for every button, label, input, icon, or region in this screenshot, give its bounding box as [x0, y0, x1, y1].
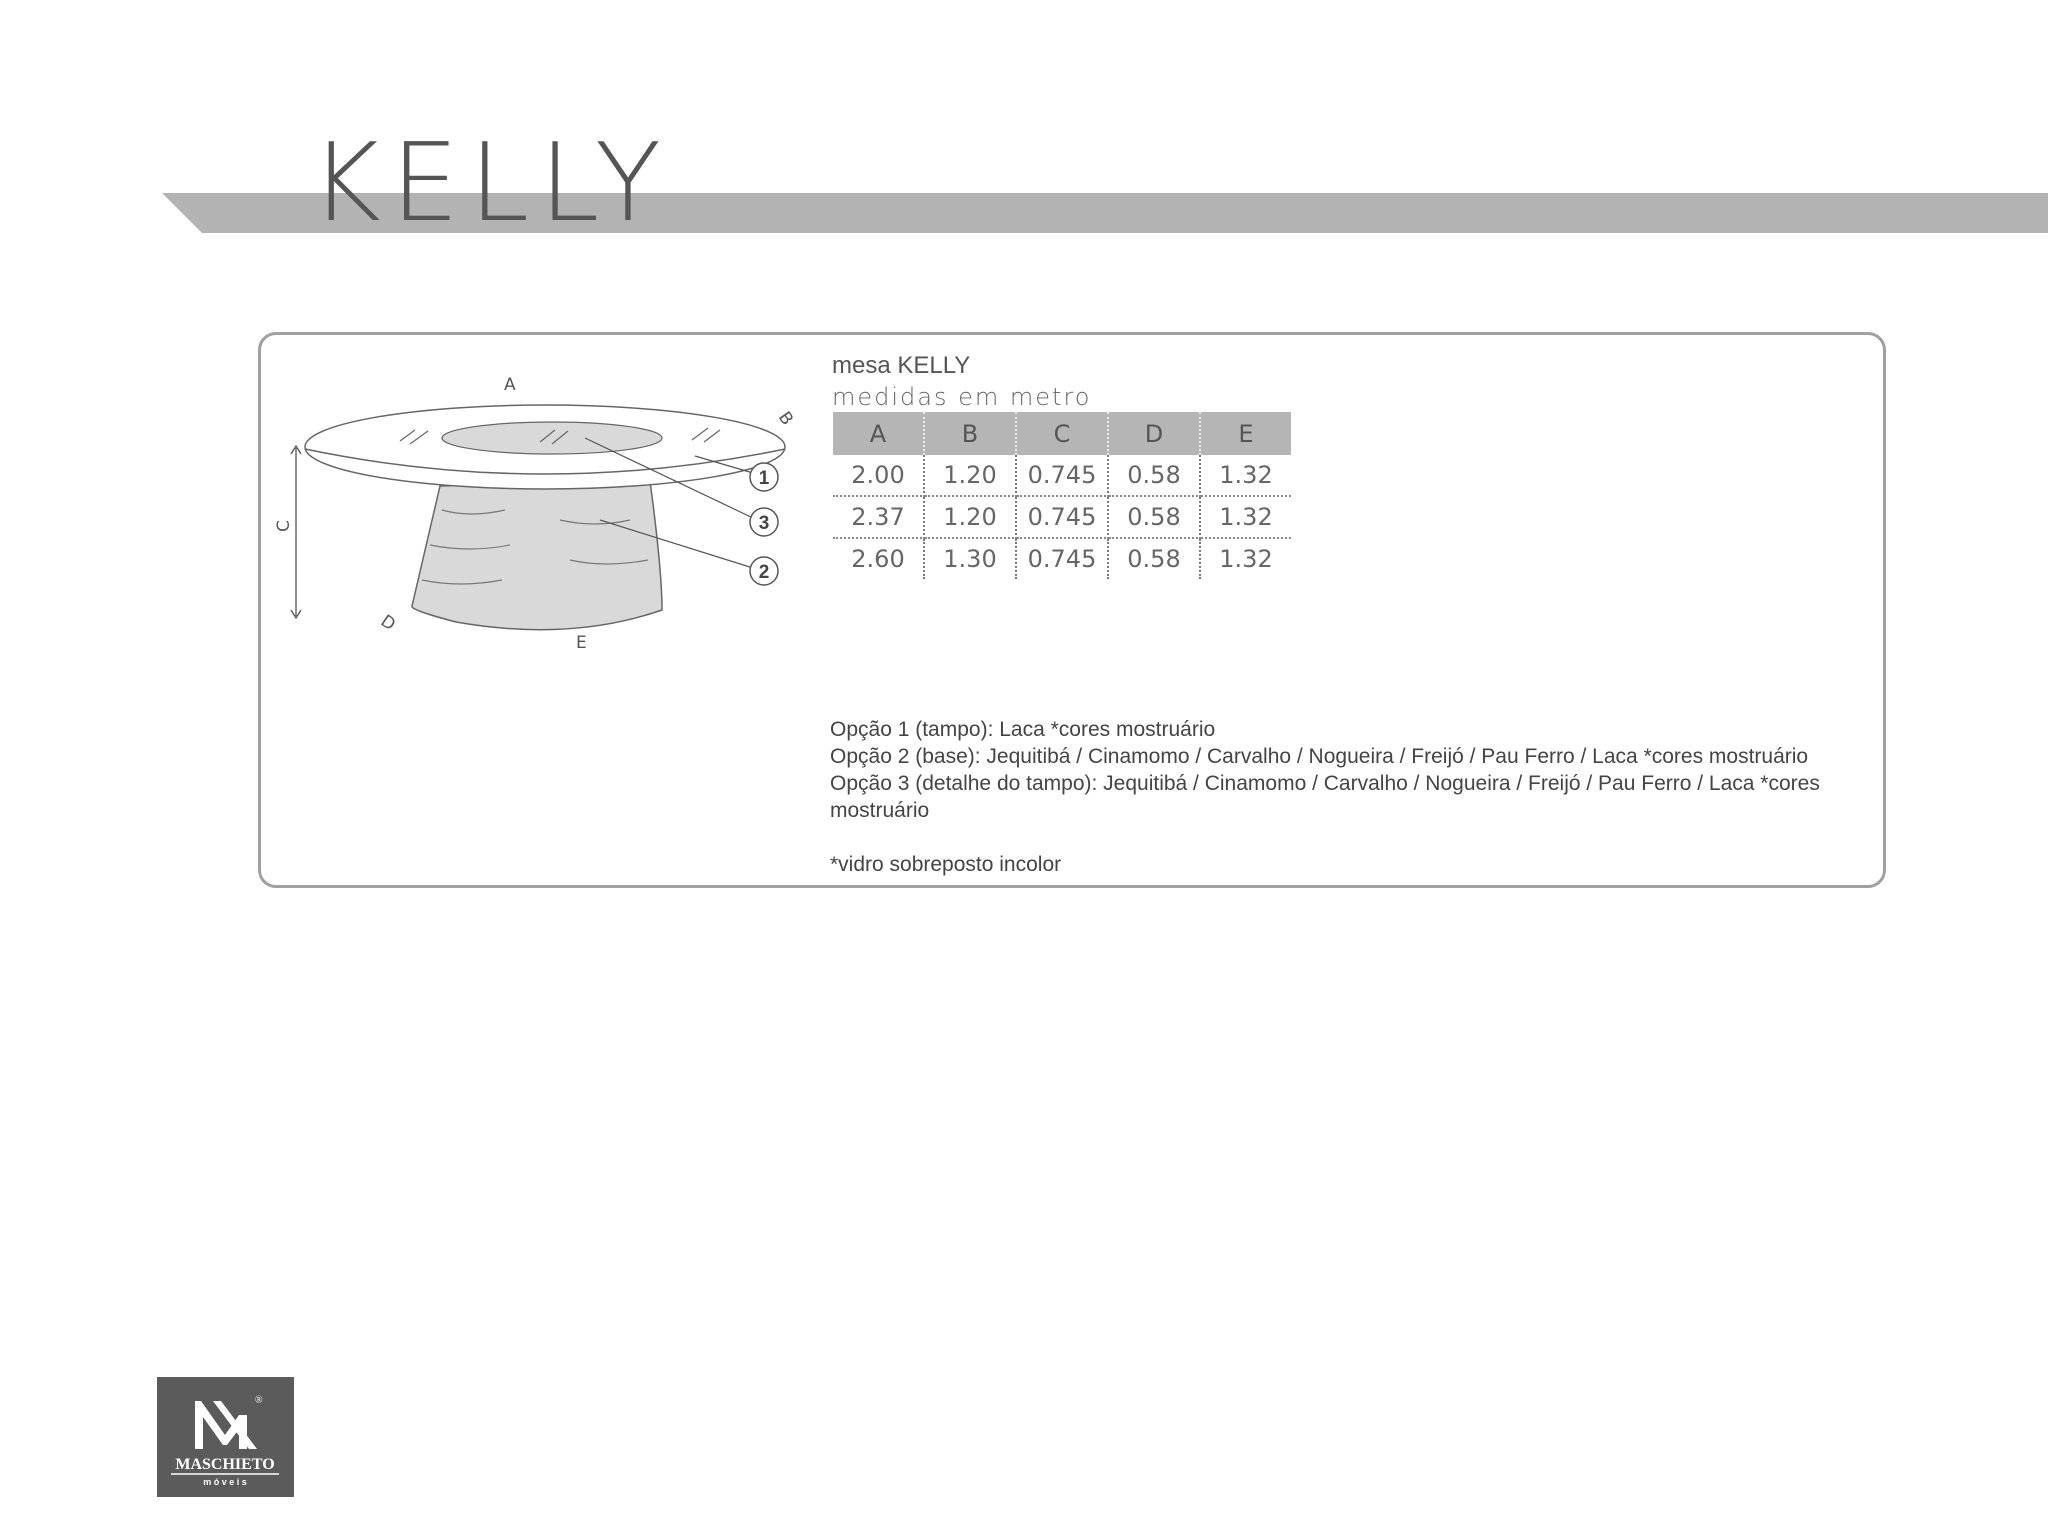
callout-3-label: 3 [759, 513, 770, 534]
options-notes: Opção 1 (tampo): Laca *cores mostruário … [830, 716, 1880, 878]
callout-1-label: 1 [759, 468, 770, 489]
dimension-label-d: D [377, 611, 399, 635]
table-cell: 2.60 [833, 538, 925, 579]
table-drawing: 1 3 2 A B C D E [274, 375, 797, 653]
table-row: 2.60 1.30 0.745 0.58 1.32 [833, 538, 1291, 579]
dimension-label-b: B [774, 408, 797, 429]
header-c: C [1016, 412, 1109, 455]
table-cell: 0.745 [1016, 538, 1109, 579]
table-cell: 0.745 [1016, 455, 1109, 497]
table-row: 2.00 1.20 0.745 0.58 1.32 [833, 455, 1291, 497]
table-cell: 1.32 [1219, 545, 1273, 573]
option-1-text: Opção 1 (tampo): Laca *cores mostruário [830, 718, 1216, 741]
callout-3: 3 [749, 507, 779, 537]
header-b: B [924, 412, 1017, 455]
table-cell: 2.37 [833, 496, 925, 539]
table-row: 2.37 1.20 0.745 0.58 1.32 [833, 496, 1291, 539]
logo-mark: ® MASCHIETO m ó v e i s [171, 1395, 279, 1487]
table-header-row: A B C D E [833, 412, 1291, 455]
table-cell: 0.745 [1016, 496, 1109, 539]
dimension-label-a: A [504, 375, 516, 395]
logo-registered: ® [255, 1395, 263, 1406]
dimension-label-c: C [274, 520, 294, 532]
logo-tagline: m ó v e i s [203, 1477, 247, 1487]
option-2-text: Opção 2 (base): Jequitibá / Cinamomo / C… [830, 745, 1809, 768]
table-cell: 2.00 [833, 455, 925, 497]
product-heading: mesa KELLY [832, 352, 971, 379]
header-d: D [1108, 412, 1201, 455]
table-cell: 0.58 [1108, 538, 1201, 579]
option-3-text: Opção 3 (detalhe do tampo): Jequitibá / … [830, 772, 1820, 822]
logo-brand: MASCHIETO [175, 1456, 274, 1473]
callout-2-label: 2 [759, 562, 770, 583]
table-base [411, 480, 663, 631]
page-title: KELLY [310, 121, 672, 246]
top-detail [441, 421, 663, 455]
table-cell: 0.58 [1108, 455, 1201, 497]
dimensions-table: A B C D E 2.00 1.20 0.745 0.58 1.32 2.37… [833, 412, 1291, 579]
brand-logo: ® MASCHIETO m ó v e i s [157, 1377, 294, 1497]
glass-note: *vidro sobreposto incolor [830, 853, 1062, 876]
product-subheading: medidas em metro [832, 383, 1092, 411]
dimension-label-e: E [576, 633, 587, 653]
table-cell: 1.32 [1200, 496, 1291, 539]
table-cell: 1.30 [924, 538, 1017, 579]
table-cell: 0.58 [1108, 496, 1201, 539]
table-cell: 1.20 [924, 496, 1017, 539]
header-e: E [1200, 412, 1291, 455]
table-cell: 1.32 [1200, 455, 1291, 497]
logo-m-accent [213, 1401, 257, 1449]
callout-2: 2 [749, 556, 779, 586]
notes-spacer [830, 824, 1880, 851]
table-cell: 1.20 [924, 455, 1017, 497]
header-a: A [833, 412, 925, 455]
callout-1: 1 [749, 462, 779, 492]
